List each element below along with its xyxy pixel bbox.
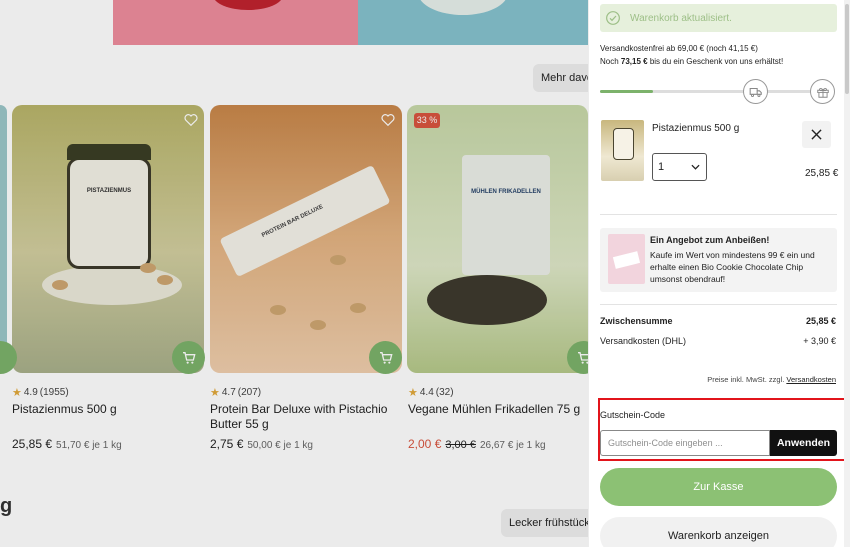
cart-item-image[interactable]: [601, 120, 644, 181]
gift-amount: 73,15 €: [620, 57, 648, 66]
subtotal-label: Zwischensumme: [600, 316, 673, 326]
quantity-select[interactable]: 1: [652, 153, 707, 181]
coupon-code-input[interactable]: [600, 430, 770, 456]
remove-item-button[interactable]: [802, 121, 831, 148]
gift-prefix: Noch: [600, 57, 621, 66]
scrollbar[interactable]: [844, 0, 850, 547]
gift-icon: [816, 87, 829, 98]
gift-milestone: [810, 79, 835, 104]
page-dim-overlay[interactable]: [0, 0, 588, 547]
divider: [600, 214, 837, 215]
offer-title: Ein Angebot zum Anbeißen!: [650, 235, 770, 245]
shipping-progress-bar: [600, 90, 822, 93]
cart-drawer: Warenkorb aktualisiert. Versandkostenfre…: [588, 0, 850, 547]
cookie-product-image: [608, 234, 645, 284]
tax-note-text: Preise inkl. MwSt. zzgl.: [707, 375, 787, 384]
subtotal-value: 25,85 €: [805, 316, 836, 326]
progress-fill: [600, 90, 654, 93]
close-icon: [811, 129, 822, 140]
shipping-costs-link[interactable]: Versandkosten: [786, 375, 836, 384]
shipping-cost-label: Versandkosten (DHL): [600, 336, 687, 346]
tax-note: Preise inkl. MwSt. zzgl. Versandkosten: [707, 375, 836, 384]
apply-coupon-button[interactable]: Anwenden: [770, 430, 837, 456]
quantity-value: 1: [658, 161, 665, 173]
notice-text: Warenkorb aktualisiert.: [630, 12, 732, 24]
scrollbar-thumb[interactable]: [845, 4, 849, 94]
divider: [600, 304, 837, 305]
promo-offer: Ein Angebot zum Anbeißen! Kaufe im Wert …: [600, 228, 837, 292]
view-cart-button[interactable]: Warenkorb anzeigen: [600, 517, 837, 547]
cart-item-price: 25,85 €: [805, 168, 839, 179]
gift-suffix: bis du ein Geschenk von uns erhältst!: [647, 57, 784, 66]
cart-item-name[interactable]: Pistazienmus 500 g: [652, 123, 739, 134]
free-shipping-info: Versandkostenfrei ab 69,00 € (noch 41,15…: [600, 44, 758, 53]
truck-icon: [749, 87, 762, 97]
checkout-button[interactable]: Zur Kasse: [600, 468, 837, 506]
gift-threshold-info: Noch 73,15 € bis du ein Geschenk von uns…: [600, 57, 783, 66]
offer-text: Kaufe im Wert von mindestens 99 € ein un…: [650, 250, 815, 284]
truck-milestone: [743, 79, 768, 104]
check-circle-icon: [606, 11, 620, 25]
shipping-cost-value: + 3,90 €: [803, 336, 836, 346]
chevron-down-icon: [691, 164, 700, 170]
cart-updated-notice: Warenkorb aktualisiert.: [600, 4, 837, 32]
coupon-label: Gutschein-Code: [600, 410, 666, 420]
